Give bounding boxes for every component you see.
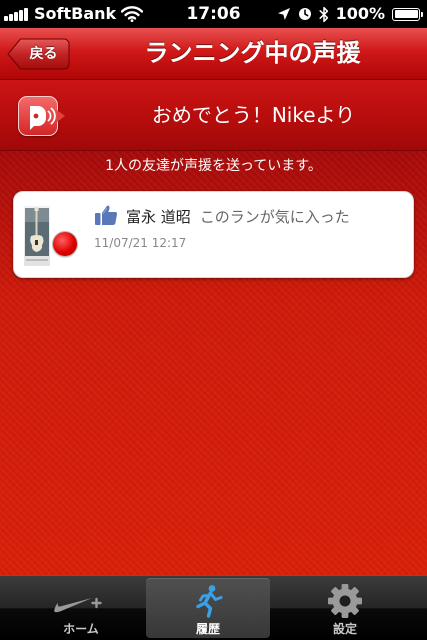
friend-photo: [24, 206, 50, 266]
tab-bar: ホーム 履歴 設定: [0, 575, 427, 640]
tab-history[interactable]: 履歴: [146, 578, 270, 638]
tab-home-label: ホーム: [63, 622, 99, 636]
cheer-item[interactable]: 富永 道昭 このランが気に入った 11/07/21 12:17: [13, 191, 414, 278]
status-bar: SoftBank 17:06 100%: [0, 0, 427, 28]
friends-summary: 1人の友達が声援を送っています。: [105, 158, 322, 174]
tab-home[interactable]: ホーム: [19, 578, 143, 638]
navigation-bar: 戻る ランニング中の声援: [0, 28, 427, 80]
bluetooth-icon: [319, 6, 328, 22]
cheer-message: このランが気に入った: [199, 208, 350, 226]
page-title: ランニング中の声援: [144, 39, 361, 67]
alarm-icon: [298, 8, 311, 20]
gear-icon: [328, 584, 362, 618]
tab-settings-label: 設定: [332, 622, 357, 636]
tab-settings[interactable]: 設定: [283, 578, 407, 638]
cheer-title: おめでとう！Nikeより: [151, 103, 356, 127]
like-thumbs-up-icon: [95, 205, 118, 225]
location-icon: [277, 8, 290, 20]
back-button-label: 戻る: [29, 46, 58, 62]
flag-badge: [53, 232, 77, 256]
cheer-text: 富永 道昭 このランが気に入った: [126, 207, 350, 227]
runner-icon: [196, 585, 223, 618]
battery-percent: 100%: [335, 4, 385, 23]
back-button[interactable]: 戻る: [7, 38, 70, 70]
nike-plus-icon: [54, 597, 102, 613]
friend-name: 富永 道昭: [126, 208, 191, 226]
tab-history-label: 履歴: [195, 622, 220, 636]
cheer-header: おめでとう！Nikeより: [0, 80, 427, 151]
battery-icon: [392, 7, 423, 21]
cheer-timestamp: 11/07/21 12:17: [94, 236, 187, 250]
cheer-speaker-icon: [18, 96, 65, 136]
cheer-list-area: 1人の友達が声援を送っています。 富永 道昭 このランが気に入った 11/07/2…: [0, 151, 427, 575]
